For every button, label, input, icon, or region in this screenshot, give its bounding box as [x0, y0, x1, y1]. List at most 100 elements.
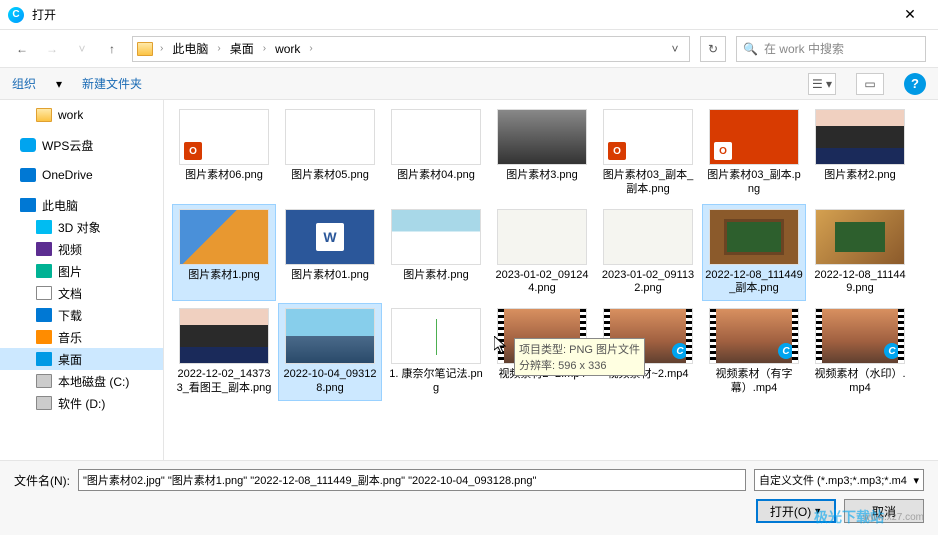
address-dropdown[interactable]: ˅	[665, 42, 685, 56]
tree-item[interactable]: 音乐	[0, 326, 163, 348]
tree-label: 此电脑	[42, 197, 78, 214]
file-item[interactable]: 1. 康奈尔笔记法.png	[384, 303, 488, 401]
thumbnail	[603, 209, 693, 265]
file-item[interactable]: C 视频素材2~2.mp4	[490, 303, 594, 401]
file-label: 1. 康奈尔笔记法.png	[387, 368, 485, 396]
file-label: 图片素材04.png	[397, 169, 475, 183]
tree-item[interactable]: 图片	[0, 260, 163, 282]
help-button[interactable]: ?	[904, 73, 926, 95]
chevron-right-icon: ›	[260, 43, 269, 54]
tree-item[interactable]: WPS云盘	[0, 134, 163, 156]
thumbnail: O	[179, 109, 269, 165]
file-type-filter[interactable]: 自定义文件 (*.mp3;*.mp3;*.m4 ▾	[754, 469, 924, 491]
chevron-right-icon: ›	[306, 43, 315, 54]
cancel-button[interactable]: 取消	[844, 499, 924, 523]
view-mode-button[interactable]: ☰ ▾	[808, 73, 836, 95]
file-item[interactable]: O图片素材06.png	[172, 104, 276, 202]
file-item[interactable]: C视频素材~2.mp4	[596, 303, 700, 401]
file-item[interactable]: O 图片素材03_副本_副本.png	[596, 104, 700, 202]
drive-icon	[36, 396, 52, 410]
tree-item[interactable]: 本地磁盘 (C:)	[0, 370, 163, 392]
video-icon	[36, 242, 52, 256]
address-bar[interactable]: › 此电脑 › 桌面 › work › ˅	[132, 36, 690, 62]
tree-item[interactable]: work	[0, 104, 163, 126]
refresh-button[interactable]: ↻	[700, 36, 726, 62]
tree-label: 软件 (D:)	[58, 395, 105, 412]
file-label: 图片素材03_副本.png	[705, 169, 803, 197]
thumbnail	[179, 209, 269, 265]
file-item[interactable]: W图片素材01.png	[278, 204, 382, 302]
chevron-down-icon: ▾	[913, 474, 919, 487]
filename-label: 文件名(N):	[14, 472, 70, 489]
tree-item[interactable]: 此电脑	[0, 194, 163, 216]
back-button[interactable]: ←	[12, 39, 32, 59]
tree-label: 视频	[58, 241, 82, 258]
drive-icon	[36, 374, 52, 388]
cloud2-icon	[20, 168, 36, 182]
thumbnail: C	[497, 308, 587, 364]
file-item[interactable]: 2022-12-08_111449.png	[808, 204, 912, 302]
file-item[interactable]: 2022-10-04_093128.png	[278, 303, 382, 401]
file-item[interactable]: 图片素材2.png	[808, 104, 912, 202]
tree-label: 本地磁盘 (C:)	[58, 373, 129, 390]
file-item[interactable]: 2023-01-02_091244.png	[490, 204, 594, 302]
tree-label: 桌面	[58, 351, 82, 368]
tree-item[interactable]: 软件 (D:)	[0, 392, 163, 414]
file-label: 视频素材（有字幕）.mp4	[705, 368, 803, 396]
new-folder-button[interactable]: 新建文件夹	[82, 75, 142, 92]
up-button[interactable]: ↑	[102, 39, 122, 59]
file-item[interactable]: 2022-12-08_111449_副本.png	[702, 204, 806, 302]
main-area: work WPS云盘 OneDrive 此电脑 3D 对象视频图片文档下载音乐桌面本地磁…	[0, 100, 938, 460]
tree-item[interactable]: 下载	[0, 304, 163, 326]
path-segment[interactable]: work	[271, 40, 304, 58]
search-input[interactable]: 🔍 在 work 中搜索	[736, 36, 926, 62]
file-item[interactable]: 2023-01-02_091132.png	[596, 204, 700, 302]
tree-label: 图片	[58, 263, 82, 280]
file-item[interactable]: O 图片素材03_副本.png	[702, 104, 806, 202]
thumbnail: C	[709, 308, 799, 364]
file-item[interactable]: 图片素材1.png	[172, 204, 276, 302]
titlebar: C 打开 ✕	[0, 0, 938, 30]
filename-input[interactable]	[78, 469, 746, 491]
file-label: 图片素材03_副本_副本.png	[599, 169, 697, 197]
sidebar-tree[interactable]: work WPS云盘 OneDrive 此电脑 3D 对象视频图片文档下载音乐桌面本地磁…	[0, 100, 164, 460]
tree-item[interactable]: 桌面	[0, 348, 163, 370]
file-label: 图片素材01.png	[291, 269, 369, 283]
tree-item[interactable]: 3D 对象	[0, 216, 163, 238]
thumbnail	[391, 308, 481, 364]
forward-button[interactable]: →	[42, 39, 62, 59]
file-label: 2023-01-02_091244.png	[493, 269, 591, 297]
thumbnail: O	[603, 109, 693, 165]
thumbnail	[285, 308, 375, 364]
chevron-right-icon: ›	[214, 43, 223, 54]
file-item[interactable]: 图片素材3.png	[490, 104, 594, 202]
file-label: 图片素材05.png	[291, 169, 369, 183]
recent-dropdown[interactable]: ˅	[72, 39, 92, 59]
search-icon: 🔍	[743, 42, 758, 56]
tree-label: 文档	[58, 285, 82, 302]
organize-menu[interactable]: 组织	[12, 75, 36, 92]
preview-pane-button[interactable]: ▭	[856, 73, 884, 95]
thumbnail	[497, 109, 587, 165]
file-label: 视频素材2~2.mp4	[498, 368, 585, 382]
tree-item[interactable]: 视频	[0, 238, 163, 260]
tree-item[interactable]: 文档	[0, 282, 163, 304]
thumbnail	[391, 109, 481, 165]
pc-icon	[20, 198, 36, 212]
file-list[interactable]: O图片素材06.png 图片素材05.png 图片素材04.png 图片素材3.png…	[164, 100, 938, 460]
file-item[interactable]: C 视频素材（有字幕）.mp4	[702, 303, 806, 401]
file-item[interactable]: 2022-12-02_143733_看图王_副本.png	[172, 303, 276, 401]
file-item[interactable]: 图片素材04.png	[384, 104, 488, 202]
file-label: 2022-12-08_111449.png	[811, 269, 909, 297]
close-button[interactable]: ✕	[890, 6, 930, 23]
open-button[interactable]: 打开(O)▼	[756, 499, 836, 523]
file-item[interactable]: 图片素材.png	[384, 204, 488, 302]
thumbnail: C	[603, 308, 693, 364]
file-item[interactable]: C视频素材（水印）.mp4	[808, 303, 912, 401]
tree-item[interactable]: OneDrive	[0, 164, 163, 186]
thumbnail: O	[709, 109, 799, 165]
file-label: 图片素材1.png	[188, 269, 260, 283]
path-segment[interactable]: 桌面	[226, 38, 258, 59]
file-item[interactable]: 图片素材05.png	[278, 104, 382, 202]
path-segment[interactable]: 此电脑	[168, 38, 212, 59]
